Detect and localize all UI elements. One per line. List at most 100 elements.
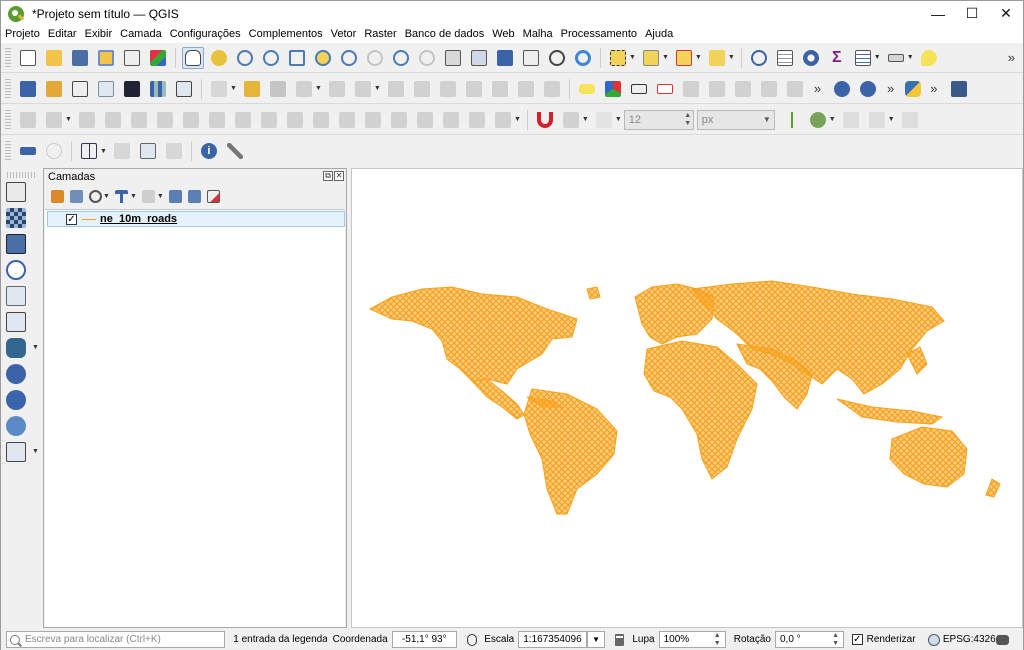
python-console-button[interactable] — [902, 78, 924, 100]
spin-arrows-icon[interactable]: ▲ ▼ — [683, 112, 693, 128]
coordinate-capture-button[interactable] — [43, 140, 65, 162]
pan-to-selection-button[interactable] — [208, 47, 230, 69]
split-features-button[interactable] — [388, 109, 410, 131]
fill-ring-button[interactable] — [206, 109, 228, 131]
add-delimited-text-button[interactable] — [6, 258, 34, 282]
coordinate-field[interactable]: -51,1° 93° — [391, 631, 457, 648]
zoom-out-button[interactable] — [260, 47, 282, 69]
current-edits-button[interactable] — [241, 78, 263, 100]
menu-malha[interactable]: Malha — [519, 27, 557, 42]
enable-snapping-button[interactable] — [534, 109, 556, 131]
scale-select[interactable]: 1:167354096 — [518, 631, 588, 648]
menu-editar[interactable]: Editar — [44, 27, 81, 42]
split-parts-button[interactable] — [414, 109, 436, 131]
reverse-line-button[interactable] — [336, 109, 358, 131]
redo-button[interactable] — [541, 78, 563, 100]
add-ring-button[interactable] — [154, 109, 176, 131]
statistics-button[interactable]: Σ — [826, 47, 848, 69]
spin-arrows-icon[interactable]: ▲ ▼ — [711, 632, 721, 648]
expand-all-button[interactable] — [167, 187, 185, 205]
advanced-digitizing-button[interactable] — [17, 109, 39, 131]
zoom-native-button[interactable] — [364, 47, 386, 69]
paste-features-button[interactable] — [489, 78, 511, 100]
menu-vetor[interactable]: Vetor — [327, 27, 361, 42]
merge-features-button[interactable] — [440, 109, 462, 131]
snapping-units-select[interactable]: px ▼ — [696, 109, 775, 130]
change-label-button[interactable] — [732, 78, 754, 100]
select-location-button[interactable] — [706, 47, 728, 69]
collapse-all-button[interactable] — [186, 187, 204, 205]
magnifier-spinbox[interactable]: 100% ▲ ▼ — [658, 631, 726, 648]
spin-arrows-icon[interactable]: ▲ ▼ — [829, 632, 839, 648]
simplify-feature-button[interactable] — [128, 109, 150, 131]
open-project-button[interactable] — [43, 47, 65, 69]
move-diagram-button[interactable] — [784, 78, 806, 100]
grid-tool-button[interactable] — [78, 140, 100, 162]
toolbar-grip[interactable] — [5, 109, 11, 130]
new-virtual-layer-button[interactable] — [121, 78, 143, 100]
about-button[interactable]: i — [198, 140, 220, 162]
toolbar-overflow-icon[interactable]: » — [930, 81, 937, 96]
show-hide-labels-button[interactable] — [654, 78, 676, 100]
render-checkbox[interactable]: ✓ — [852, 634, 863, 645]
zoom-to-layer-button[interactable] — [338, 47, 360, 69]
zoom-next-button[interactable] — [416, 47, 438, 69]
menu-processamento[interactable]: Processamento — [557, 27, 641, 42]
toolbar-overflow-icon[interactable]: » — [1008, 50, 1015, 65]
add-spatialite-button[interactable] — [6, 310, 34, 334]
delete-selected-button[interactable] — [411, 78, 433, 100]
rotate-symbols-button[interactable] — [492, 109, 514, 131]
open-layer-styling-button[interactable] — [48, 187, 66, 205]
new-shapefile-layer-button[interactable]: ▼ — [6, 440, 39, 464]
attribute-table-button[interactable] — [774, 47, 796, 69]
data-source-manager-button[interactable] — [17, 78, 39, 100]
shortest-path-button[interactable] — [163, 140, 185, 162]
rotate-label-button[interactable] — [706, 78, 728, 100]
layer-labeling-button[interactable] — [602, 78, 624, 100]
locator-search-input[interactable]: Escreva para localizar (Ctrl+K) — [6, 631, 226, 648]
save-project-button[interactable] — [69, 47, 91, 69]
metasearch-results-button[interactable] — [857, 78, 879, 100]
zoom-last-button[interactable] — [390, 47, 412, 69]
delete-ring-button[interactable] — [232, 109, 254, 131]
toggle-extents-button[interactable] — [465, 633, 478, 647]
move-label-button[interactable] — [680, 78, 702, 100]
float-panel-button[interactable]: ⧉ — [323, 171, 333, 181]
cut-features-button[interactable] — [437, 78, 459, 100]
add-raster-button[interactable] — [147, 78, 169, 100]
new-shapefile-button[interactable] — [69, 78, 91, 100]
move-feature-button[interactable] — [76, 109, 98, 131]
add-vector-button[interactable] — [173, 78, 195, 100]
menu-projeto[interactable]: Projeto — [1, 27, 44, 42]
close-panel-button[interactable]: ✕ — [334, 171, 344, 181]
add-wfs-button[interactable] — [6, 388, 34, 412]
delete-part-button[interactable] — [258, 109, 280, 131]
undo-button[interactable] — [515, 78, 537, 100]
remove-layer-button[interactable] — [205, 187, 223, 205]
trim-extend-button[interactable] — [362, 109, 384, 131]
help-button[interactable] — [948, 78, 970, 100]
new-project-button[interactable] — [17, 47, 39, 69]
zoom-full-button[interactable] — [286, 47, 308, 69]
topological-editing-button[interactable] — [781, 109, 803, 131]
add-mesh-layer-button[interactable] — [6, 232, 34, 256]
reshape-button[interactable] — [284, 109, 306, 131]
toolbar-overflow-icon[interactable]: » — [814, 81, 821, 96]
modify-attributes-button[interactable] — [352, 78, 374, 100]
lock-scale-button[interactable] — [613, 633, 626, 647]
snapping-tolerance-input[interactable]: 12 ▲ ▼ — [623, 109, 694, 130]
select-features-button[interactable] — [607, 47, 629, 69]
new-map-view-button[interactable] — [442, 47, 464, 69]
self-snapping-button[interactable] — [899, 109, 921, 131]
menu-configurações[interactable]: Configurações — [166, 27, 245, 42]
filter-by-expression-button[interactable] — [140, 187, 158, 205]
add-vector-layer-button[interactable] — [6, 180, 34, 204]
processing-toolbox-button[interactable] — [800, 47, 822, 69]
menu-ajuda[interactable]: Ajuda — [641, 27, 677, 42]
snapping-type-button[interactable] — [593, 109, 615, 131]
identify-button[interactable] — [748, 47, 770, 69]
zoom-to-selection-button[interactable] — [312, 47, 334, 69]
add-wcs-button[interactable] — [6, 414, 34, 438]
add-raster-layer-button[interactable] — [6, 206, 34, 230]
menu-banco-de-dados[interactable]: Banco de dados — [401, 27, 489, 42]
